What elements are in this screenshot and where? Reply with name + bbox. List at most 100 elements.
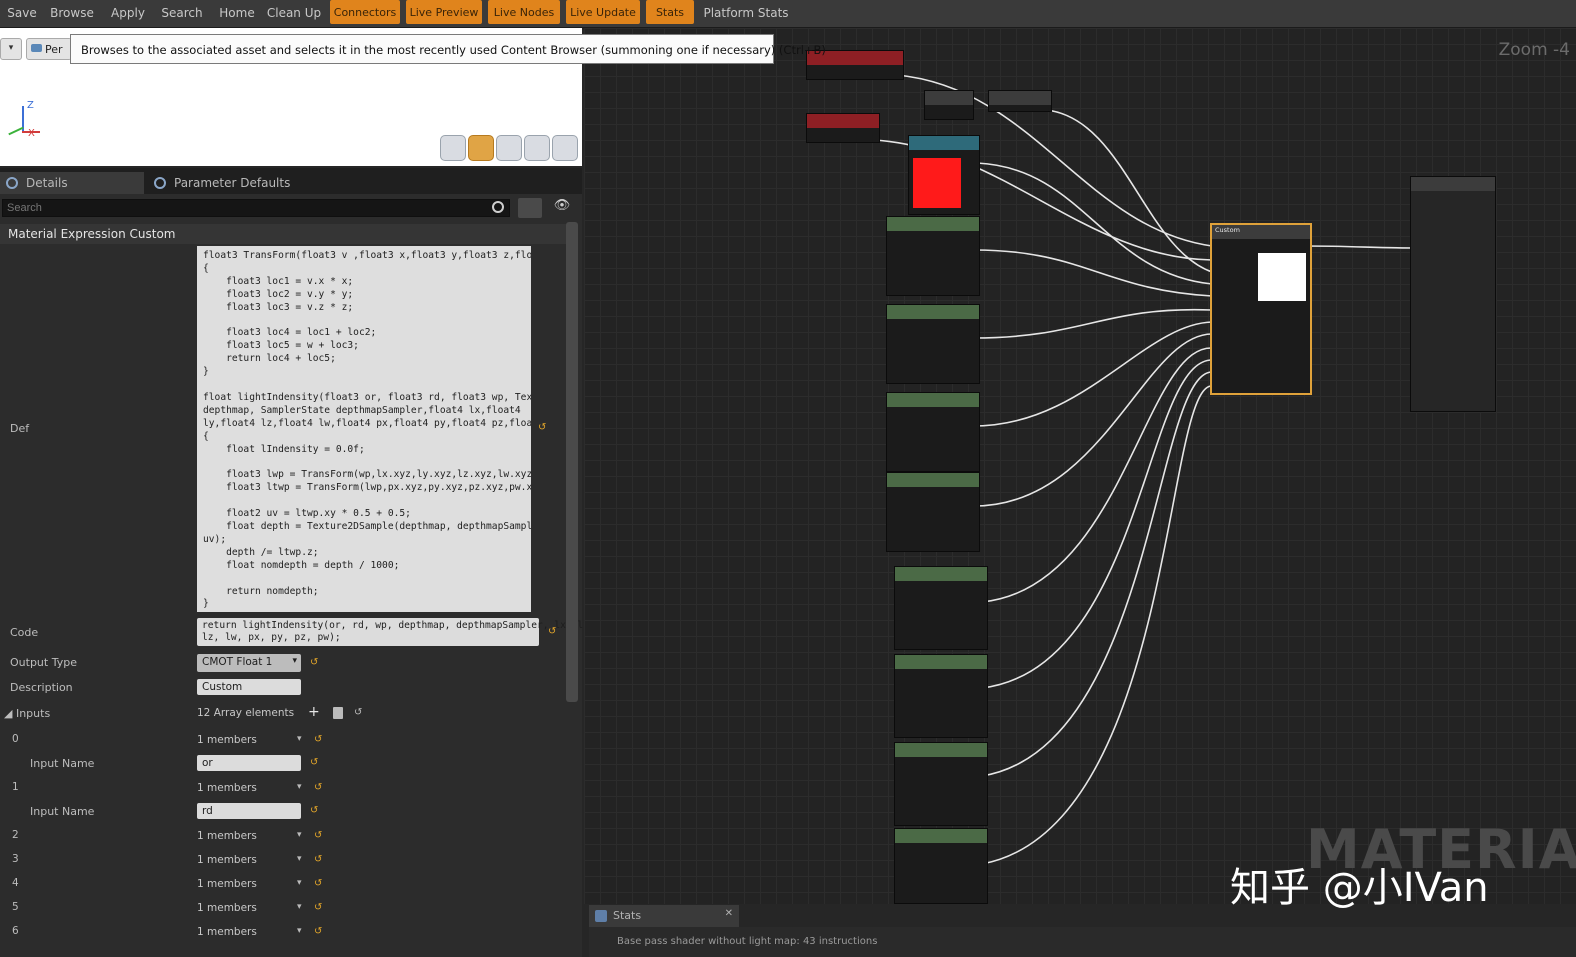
preview-sphere-button[interactable] — [468, 135, 494, 161]
details-scrollbar[interactable] — [566, 222, 578, 702]
preview-teapot-button[interactable] — [552, 135, 578, 161]
chevron-down-icon[interactable]: ▾ — [297, 734, 302, 744]
tab-details[interactable]: Details — [0, 172, 144, 194]
members-dropdown[interactable]: 1 members — [197, 925, 305, 941]
projection-node-3[interactable] — [894, 742, 988, 826]
reset-icon[interactable]: ↺ — [314, 854, 324, 865]
axis-x-label: X — [28, 128, 35, 139]
details-search-input[interactable] — [2, 199, 510, 217]
grid-view-icon[interactable] — [518, 198, 542, 218]
connectors-button[interactable]: Connectors — [330, 0, 400, 24]
eye-icon[interactable]: 👁 — [546, 198, 578, 218]
light-matrix-node-1[interactable] — [886, 216, 980, 296]
reset-icon[interactable]: ↺ — [314, 782, 324, 793]
close-icon[interactable]: ✕ — [725, 908, 733, 919]
chevron-down-icon[interactable]: ▾ — [297, 878, 302, 888]
light-matrix-node-4[interactable] — [886, 472, 980, 552]
chevron-down-icon[interactable]: ▾ — [297, 902, 302, 912]
light-matrix-node-3[interactable] — [886, 392, 980, 472]
details-tabs: Details Parameter Defaults — [0, 168, 582, 194]
input-index[interactable]: 5 — [12, 901, 19, 913]
axis-z-label: Z — [27, 100, 34, 111]
input-index[interactable]: 6 — [12, 925, 19, 937]
light-matrix-node-2[interactable] — [886, 304, 980, 384]
reset-icon[interactable]: ↺ — [314, 830, 324, 841]
browse-button[interactable]: Browse — [48, 0, 96, 26]
platform-stats-button[interactable]: Platform Stats — [702, 0, 790, 26]
chevron-down-icon[interactable]: ▾ — [297, 854, 302, 864]
description-field[interactable]: Custom — [197, 679, 301, 695]
reset-icon[interactable]: ↺ — [314, 902, 324, 913]
toolbar: Save Browse Apply Search Home Clean Up C… — [0, 0, 1576, 28]
material-graph[interactable]: Zoom -4 MATERIAL Custom — [584, 28, 1576, 904]
reset-icon[interactable]: ↺ — [314, 734, 324, 745]
material-result-node[interactable] — [1410, 176, 1496, 412]
camera-position-node[interactable] — [806, 113, 880, 143]
subtract-node[interactable] — [924, 90, 974, 120]
members-dropdown[interactable]: 1 members — [197, 877, 305, 893]
input-index[interactable]: 0 — [12, 733, 19, 745]
input-index[interactable]: 1 — [12, 781, 19, 793]
add-element-icon[interactable]: + — [308, 704, 320, 720]
input-index[interactable]: 3 — [12, 853, 19, 865]
home-button[interactable]: Home — [216, 0, 258, 26]
chevron-down-icon[interactable]: ▾ — [297, 782, 302, 792]
clean-up-button[interactable]: Clean Up — [266, 0, 322, 26]
section-header[interactable]: Material Expression Custom — [0, 224, 566, 244]
axis-gizmo: Z X — [4, 100, 44, 144]
perspective-dropdown[interactable]: Per — [26, 38, 72, 60]
preview-cylinder-button[interactable] — [440, 135, 466, 161]
members-dropdown[interactable]: 1 members — [197, 901, 305, 917]
input-name-label: Input Name — [30, 757, 95, 770]
reset-icon[interactable]: ↺ — [354, 707, 364, 718]
reset-icon[interactable]: ↺ — [314, 926, 324, 937]
live-nodes-button[interactable]: Live Nodes — [488, 0, 560, 24]
stats-button[interactable]: Stats — [646, 0, 694, 24]
apply-button[interactable]: Apply — [108, 0, 148, 26]
credit-watermark: 知乎 @小IVan — [1230, 865, 1489, 911]
inputs-label[interactable]: ◢ Inputs — [4, 707, 50, 720]
chevron-down-icon[interactable]: ▾ — [297, 926, 302, 936]
projection-node-1[interactable] — [894, 566, 988, 650]
members-dropdown[interactable]: 1 members — [197, 781, 305, 797]
code-field[interactable]: return lightIndensity(or, rd, wp, depthm… — [197, 618, 595, 646]
reset-icon[interactable]: ↺ — [310, 757, 320, 768]
input-index[interactable]: 4 — [12, 877, 19, 889]
output-type-select[interactable]: CMOT Float 1 ▾ — [197, 654, 301, 672]
output-type-label: Output Type — [10, 656, 77, 669]
stats-tab[interactable]: Stats ✕ — [589, 905, 739, 927]
def-code-field[interactable]: float3 TransForm(float3 v ,float3 x,floa… — [197, 246, 531, 612]
reset-icon[interactable]: ↺ — [310, 805, 320, 816]
description-label: Description — [10, 681, 73, 694]
reset-icon[interactable]: ↺ — [314, 878, 324, 889]
save-button[interactable]: Save — [4, 0, 40, 26]
input-name-field[interactable]: rd — [197, 803, 301, 819]
input-name-field[interactable]: or — [197, 755, 301, 771]
preview-plane-button[interactable] — [496, 135, 522, 161]
members-dropdown[interactable]: 1 members — [197, 853, 305, 869]
members-dropdown[interactable]: 1 members — [197, 829, 305, 845]
chevron-down-icon[interactable]: ▾ — [0, 38, 22, 60]
normalize-node[interactable] — [988, 90, 1052, 112]
camera-icon — [31, 44, 42, 52]
members-dropdown[interactable]: 1 members — [197, 733, 305, 749]
preview-cube-button[interactable] — [524, 135, 550, 161]
trash-icon[interactable] — [333, 707, 343, 719]
reset-icon[interactable]: ↺ — [310, 657, 320, 668]
projection-node-2[interactable] — [894, 654, 988, 738]
custom-node-preview — [1258, 253, 1306, 301]
live-update-button[interactable]: Live Update — [566, 0, 640, 24]
search-button[interactable]: Search — [160, 0, 204, 26]
live-preview-button[interactable]: Live Preview — [406, 0, 482, 24]
search-icon[interactable] — [492, 201, 504, 213]
tab-parameter-defaults[interactable]: Parameter Defaults — [148, 172, 294, 194]
input-index[interactable]: 2 — [12, 829, 19, 841]
def-label: Def — [10, 422, 30, 435]
chevron-down-icon[interactable]: ▾ — [297, 830, 302, 840]
custom-node[interactable]: Custom — [1210, 223, 1312, 395]
projection-node-4[interactable] — [894, 828, 988, 904]
reset-icon[interactable]: ↺ — [538, 422, 548, 433]
depthmap-texture-node[interactable] — [908, 135, 980, 215]
inputs-count: 12 Array elements — [197, 707, 295, 719]
reset-icon[interactable]: ↺ — [548, 626, 558, 637]
